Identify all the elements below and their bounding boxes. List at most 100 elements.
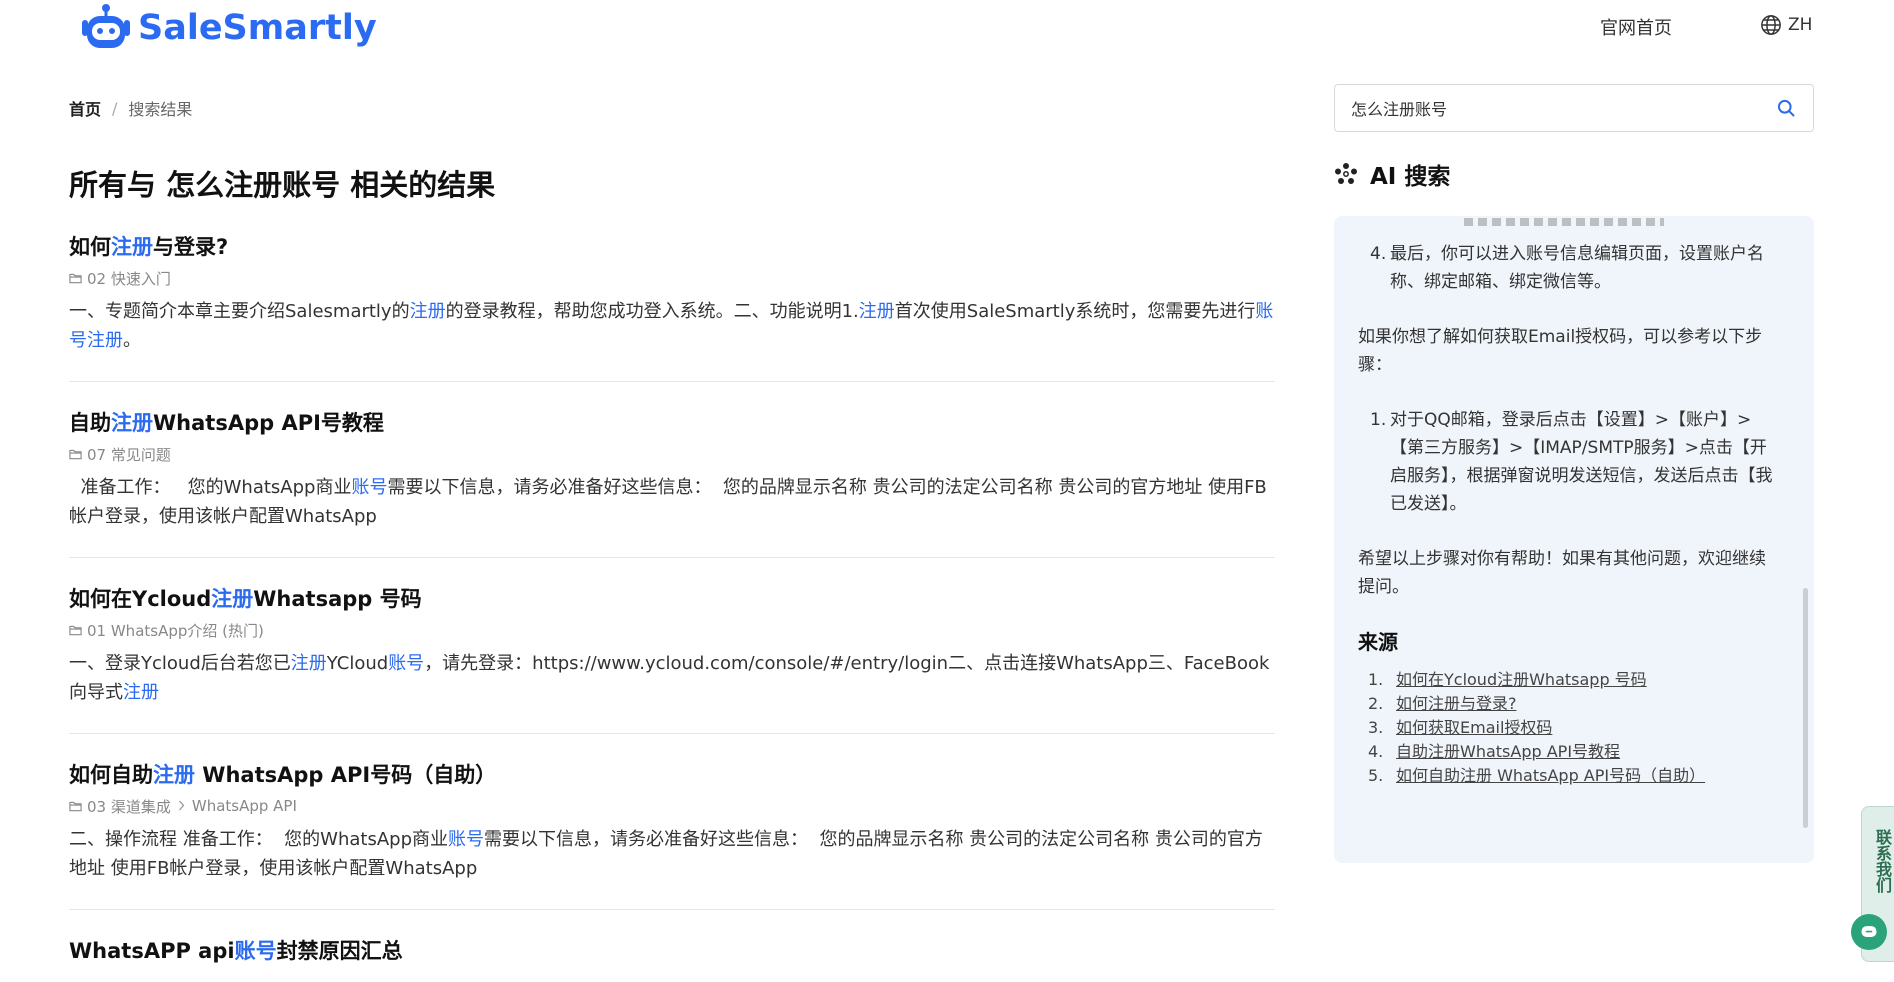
- result-category: 03 渠道集成 WhatsApp API: [69, 795, 1275, 817]
- source-link[interactable]: 如何注册与登录?: [1396, 692, 1517, 716]
- source-number: 4.: [1368, 742, 1384, 761]
- source-link[interactable]: 如何自助注册 WhatsApp API号码（自助）: [1396, 764, 1705, 788]
- ai-sparkle-icon: [1335, 163, 1357, 184]
- result-title-highlight: 注册: [153, 763, 195, 787]
- source-number: 3.: [1368, 718, 1384, 737]
- result-category-label: 07 常见问题: [87, 445, 171, 464]
- result-item: 如何自助注册 WhatsApp API号码（自助） 03 渠道集成 WhatsApp…: [69, 760, 1275, 910]
- search-icon: [1777, 99, 1795, 117]
- source-link[interactable]: 如何获取Email授权码: [1396, 716, 1552, 740]
- result-title-link[interactable]: 自助注册WhatsApp API号教程: [69, 408, 1275, 438]
- ai-email-intro: 如果你想了解如何获取Email授权码，可以参考以下步骤：: [1358, 327, 1763, 375]
- language-label: ZH: [1788, 15, 1813, 35]
- source-number: 5.: [1368, 766, 1384, 785]
- top-header: SaleSmartly 官网首页 ZH: [0, 0, 1894, 64]
- ai-answer-panel[interactable]: 4. 最后，你可以进入账号信息编辑页面，设置账户名称、绑定邮箱、绑定微信等。 如果…: [1334, 216, 1814, 863]
- snippet-text: 二、操作流程 准备工作： 您的WhatsApp商业: [69, 829, 449, 850]
- ai-panel-scrollbar[interactable]: [1803, 588, 1808, 828]
- result-category-label: 03 渠道集成: [87, 797, 171, 816]
- snippet-highlight: 注册: [858, 301, 895, 322]
- result-item: 自助注册WhatsApp API号教程 07 常见问题 准备工作： 您的Whats…: [69, 408, 1275, 558]
- result-category-label: 02 快速入门: [87, 269, 171, 288]
- result-category-label: 01 WhatsApp介绍 (热门): [87, 621, 264, 640]
- source-link[interactable]: 自助注册WhatsApp API号教程: [1396, 740, 1620, 764]
- result-category-label: WhatsApp API: [191, 797, 297, 815]
- sources-title: 来源: [1358, 630, 1398, 654]
- snippet-text: 一、专题简介本章主要介绍Salesmartly的: [69, 301, 410, 322]
- result-title-highlight: 注册: [111, 235, 153, 259]
- language-switcher[interactable]: ZH: [1760, 14, 1812, 36]
- logo-text: SaleSmartly: [138, 8, 377, 48]
- search-results-list: 如何注册与登录? 02 快速入门 一、专题简介本章主要介绍Salesmartly的注…: [69, 232, 1275, 982]
- nav-official-home-link[interactable]: 官网首页: [1600, 14, 1672, 40]
- folder-icon: [69, 449, 82, 460]
- folder-icon: [69, 625, 82, 636]
- source-number: 1.: [1368, 670, 1384, 689]
- result-category: 07 常见问题: [69, 443, 1275, 465]
- robot-logo-icon: [82, 4, 130, 48]
- chevron-right-icon: [178, 797, 185, 815]
- snippet-text: YCloud: [326, 653, 389, 674]
- source-item: 5. 如何自助注册 WhatsApp API号码（自助）: [1368, 764, 1778, 788]
- source-item: 1. 如何在Ycloud注册Whatsapp 号码: [1368, 668, 1778, 692]
- result-snippet: 准备工作： 您的WhatsApp商业账号需要以下信息，请务必准备好这些信息： 您…: [69, 473, 1275, 531]
- source-link[interactable]: 如何在Ycloud注册Whatsapp 号码: [1396, 668, 1647, 692]
- ai-step-item: 4. 最后，你可以进入账号信息编辑页面，设置账户名称、绑定邮箱、绑定微信等。: [1370, 244, 1764, 292]
- ai-search-title: AI 搜索: [1370, 164, 1451, 190]
- result-title-highlight: 账号: [234, 939, 277, 963]
- snippet-highlight: 注册: [123, 682, 159, 703]
- result-item: 如何注册与登录? 02 快速入门 一、专题简介本章主要介绍Salesmartly的注…: [69, 232, 1275, 382]
- snippet-text: 。: [123, 330, 141, 351]
- result-category: 01 WhatsApp介绍 (热门): [69, 619, 1275, 641]
- snippet-text: 首次使用SaleSmartly系统时，您需要先进行: [894, 301, 1256, 322]
- source-item: 2. 如何注册与登录?: [1368, 692, 1778, 716]
- globe-icon: [1761, 15, 1781, 35]
- breadcrumb-home-link[interactable]: 首页: [69, 96, 101, 120]
- result-title-text: WhatsApp API号教程: [153, 411, 384, 435]
- search-box: [1334, 84, 1814, 132]
- result-title-text: 与登录?: [153, 235, 229, 259]
- result-snippet: 一、登录Ycloud后台若您已注册YCloud账号，请先登录：https://w…: [69, 649, 1275, 707]
- folder-icon: [69, 273, 82, 284]
- folder-icon: [69, 801, 82, 812]
- result-title-text: 如何在Ycloud: [69, 587, 212, 611]
- ai-email-steps-list: 1. 对于QQ邮箱，登录后点击【设置】>【账户】>【第三方服务】>【IMAP/SM…: [1358, 406, 1778, 518]
- snippet-highlight: 账号: [388, 653, 425, 674]
- result-title-link[interactable]: 如何在Ycloud注册Whatsapp 号码: [69, 584, 1275, 614]
- ai-answer-content: 4. 最后，你可以进入账号信息编辑页面，设置账户名称、绑定邮箱、绑定微信等。 如果…: [1358, 244, 1778, 788]
- breadcrumb: 首页 / 搜索结果: [69, 96, 192, 120]
- breadcrumb-current: 搜索结果: [128, 100, 193, 119]
- ai-closing: 希望以上步骤对你有帮助！如果有其他问题，欢迎继续提问。: [1358, 549, 1766, 597]
- clipped-previous-text: [1464, 218, 1664, 228]
- result-title-link[interactable]: 如何注册与登录?: [69, 232, 1275, 262]
- snippet-highlight: 注册: [409, 301, 446, 322]
- snippet-text: 的登录教程，帮助您成功登入系统。二、功能说明1.: [445, 301, 859, 322]
- contact-us-label: 联系我们: [1873, 829, 1892, 893]
- snippet-highlight: 注册: [290, 653, 327, 674]
- ai-email-step-item: 1. 对于QQ邮箱，登录后点击【设置】>【账户】>【第三方服务】>【IMAP/SM…: [1370, 410, 1773, 514]
- result-title-highlight: 注册: [211, 587, 254, 611]
- snippet-text: 一、登录Ycloud后台若您已: [69, 653, 291, 674]
- breadcrumb-separator: /: [112, 98, 118, 118]
- search-input[interactable]: [1351, 98, 1773, 118]
- result-title-text: 如何自助: [69, 763, 153, 787]
- result-snippet: 一、专题简介本章主要介绍Salesmartly的注册的登录教程，帮助您成功登入系…: [69, 297, 1275, 355]
- result-title-text: WhatsAPP api: [69, 939, 235, 963]
- result-title-highlight: 注册: [111, 411, 153, 435]
- snippet-highlight: 账号: [351, 477, 388, 498]
- result-title-link[interactable]: WhatsAPP api账号封禁原因汇总: [69, 936, 1275, 966]
- result-title-text: 如何: [69, 235, 111, 259]
- chat-bubble-icon: [1861, 926, 1877, 937]
- result-title-text: WhatsApp API号码（自助）: [195, 763, 497, 787]
- snippet-highlight: 账号: [448, 829, 485, 850]
- result-title-link[interactable]: 如何自助注册 WhatsApp API号码（自助）: [69, 760, 1275, 790]
- result-item: 如何在Ycloud注册Whatsapp 号码 01 WhatsApp介绍 (热门)…: [69, 584, 1275, 734]
- page-title: 所有与 怎么注册账号 相关的结果: [69, 168, 496, 202]
- salesmartly-logo[interactable]: SaleSmartly: [78, 2, 377, 54]
- result-title-text: 封禁原因汇总: [276, 939, 403, 963]
- snippet-text: 准备工作： 您的WhatsApp商业: [69, 477, 352, 498]
- source-number: 2.: [1368, 694, 1384, 713]
- search-button[interactable]: [1773, 95, 1799, 121]
- chat-button[interactable]: [1851, 914, 1887, 950]
- source-item: 3. 如何获取Email授权码: [1368, 716, 1778, 740]
